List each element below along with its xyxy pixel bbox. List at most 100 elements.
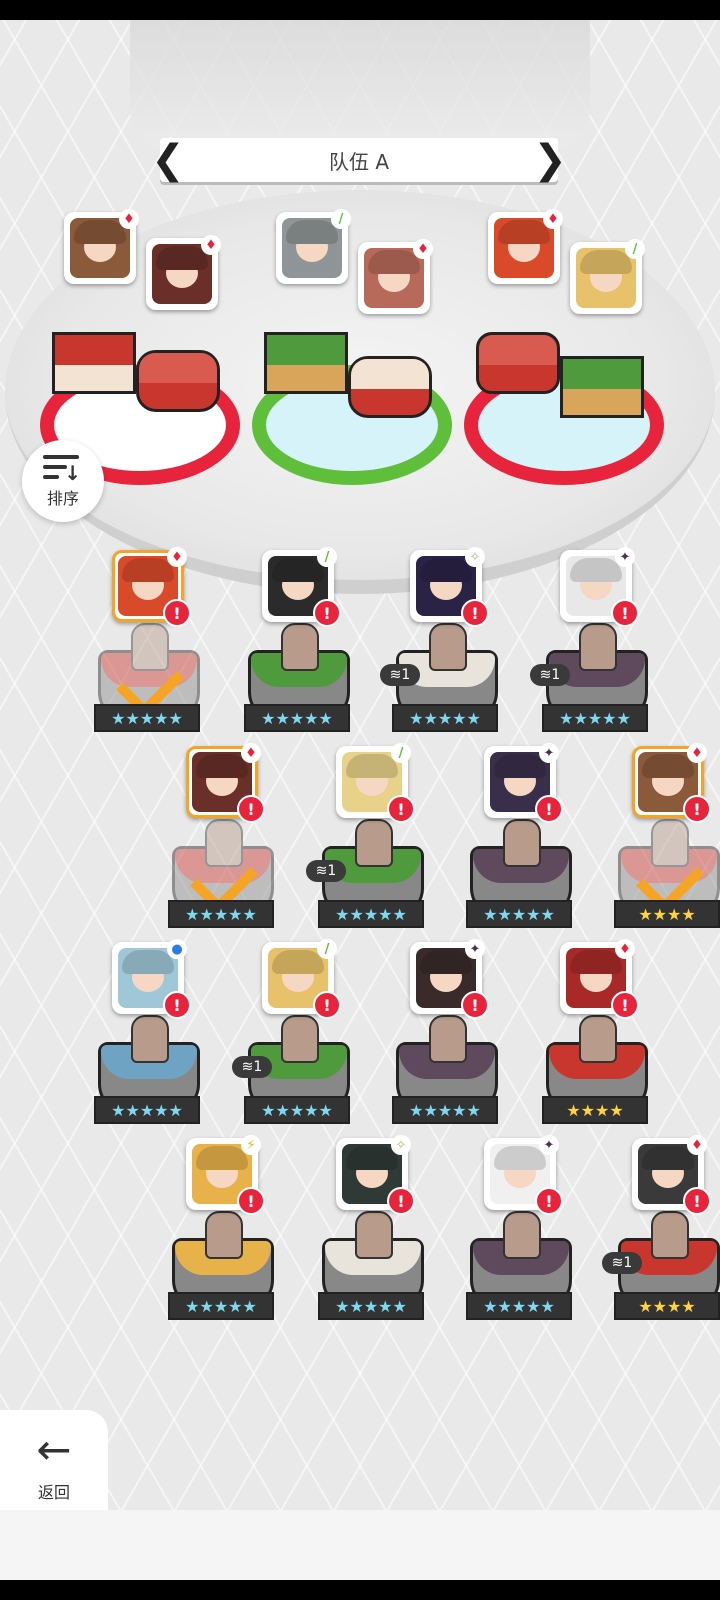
character-portrait[interactable]: ✧! — [410, 547, 489, 627]
nature-element-icon: / — [317, 939, 337, 959]
fire-element-icon: ♦ — [167, 547, 187, 567]
duplicate-count-badge: ≋1 — [380, 664, 420, 686]
fire-element-icon: ♦ — [201, 235, 221, 255]
star-rating: ★★★★★ — [466, 900, 572, 928]
chevron-right-icon[interactable]: ❯ — [533, 138, 567, 182]
alert-badge-icon: ! — [237, 795, 265, 823]
alert-badge-icon: ! — [535, 1187, 563, 1215]
team-member-portrait[interactable]: / — [276, 209, 351, 284]
alert-badge-icon: ! — [461, 991, 489, 1019]
light-element-icon: ✧ — [391, 1135, 411, 1155]
character-portrait[interactable]: ♦! — [560, 939, 639, 1019]
character-portrait[interactable]: ♦! — [632, 743, 711, 823]
star-rating: ★★★★ — [614, 900, 720, 928]
character-portrait[interactable]: ✧! — [336, 1135, 415, 1215]
character-portrait[interactable]: ♦! — [632, 1135, 711, 1215]
fire-element-icon: ♦ — [413, 239, 433, 259]
character-portrait[interactable]: ♦! — [186, 743, 265, 823]
team-slot-5-block[interactable] — [476, 332, 560, 394]
star-rating: ★★★★★ — [318, 1292, 424, 1320]
team-title: 队伍 A — [328, 149, 390, 174]
star-rating: ★★★★★ — [168, 1292, 274, 1320]
alert-badge-icon: ! — [683, 1187, 711, 1215]
character-portrait[interactable]: /! — [262, 939, 341, 1019]
arrow-left-icon: ← — [36, 1425, 72, 1474]
fire-element-icon: ♦ — [687, 1135, 707, 1155]
alert-badge-icon: ! — [313, 599, 341, 627]
dark-element-icon: ✦ — [615, 547, 635, 567]
team-slot-2-block[interactable] — [136, 350, 220, 412]
team-member-portrait[interactable]: ♦ — [358, 239, 433, 314]
team-member-portrait[interactable]: ♦ — [64, 209, 139, 284]
star-rating: ★★★★★ — [318, 900, 424, 928]
sort-button[interactable]: ↓ 排序 — [22, 440, 104, 522]
team-slot-1-block[interactable] — [52, 332, 136, 394]
team-member-portrait[interactable]: / — [570, 239, 645, 314]
duplicate-count-badge: ≋1 — [306, 860, 346, 882]
alert-badge-icon: ! — [461, 599, 489, 627]
character-portrait[interactable]: ♦! — [112, 547, 191, 627]
star-rating: ★★★★★ — [392, 1096, 498, 1124]
back-label: 返回 — [37, 1483, 70, 1502]
light-element-icon: ✧ — [465, 547, 485, 567]
alert-badge-icon: ! — [163, 991, 191, 1019]
duplicate-count-badge: ≋1 — [530, 664, 570, 686]
star-rating: ★★★★ — [542, 1096, 648, 1124]
team-slot-3-block[interactable] — [264, 332, 348, 394]
team-slot-6-block[interactable] — [560, 356, 644, 418]
star-rating: ★★★★★ — [542, 704, 648, 732]
star-rating: ★★★★★ — [466, 1292, 572, 1320]
fire-element-icon: ♦ — [241, 743, 261, 763]
star-rating: ★★★★★ — [244, 704, 350, 732]
nature-element-icon: / — [331, 209, 351, 229]
character-portrait[interactable]: ✦! — [484, 1135, 563, 1215]
star-rating: ★★★★★ — [392, 704, 498, 732]
character-portrait[interactable]: /! — [262, 547, 341, 627]
star-rating: ★★★★★ — [94, 1096, 200, 1124]
team-member-portrait[interactable]: ♦ — [146, 235, 221, 310]
dark-element-icon: ✦ — [539, 1135, 559, 1155]
star-rating: ★★★★★ — [168, 900, 274, 928]
alert-badge-icon: ! — [237, 1187, 265, 1215]
dark-element-icon: ✦ — [539, 743, 559, 763]
alert-badge-icon: ! — [611, 991, 639, 1019]
back-button[interactable]: ← 返回 — [0, 1410, 108, 1522]
fire-element-icon: ♦ — [687, 743, 707, 763]
fire-element-icon: ♦ — [615, 939, 635, 959]
star-rating: ★★★★★ — [244, 1096, 350, 1124]
team-selector[interactable]: ❮ 队伍 A ❯ — [151, 138, 567, 182]
game-screen: ❮ 队伍 A ❯ ♦ ♦ / ♦ ♦ / ↓ 排序 ♦ ! ★★★★★ / ! … — [0, 20, 720, 1580]
nature-element-icon: / — [317, 547, 337, 567]
alert-badge-icon: ! — [163, 599, 191, 627]
water-element-icon: ● — [167, 939, 187, 959]
duplicate-count-badge: ≋1 — [602, 1252, 642, 1274]
sort-label: 排序 — [46, 489, 79, 508]
team-slot-4-block[interactable] — [348, 356, 432, 418]
character-portrait[interactable]: ✦! — [560, 547, 639, 627]
sort-descending-icon: ↓ — [43, 453, 83, 485]
arena-background — [130, 20, 590, 150]
character-portrait[interactable]: ✦! — [484, 743, 563, 823]
nature-element-icon: / — [391, 743, 411, 763]
alert-badge-icon: ! — [313, 991, 341, 1019]
alert-badge-icon: ! — [387, 1187, 415, 1215]
bottom-bar — [0, 1510, 720, 1580]
character-portrait[interactable]: ●! — [112, 939, 191, 1019]
dark-element-icon: ✦ — [465, 939, 485, 959]
character-portrait[interactable]: ⚡! — [186, 1135, 265, 1215]
star-rating: ★★★★★ — [94, 704, 200, 732]
fire-element-icon: ♦ — [119, 209, 139, 229]
nature-element-icon: / — [625, 239, 645, 259]
alert-badge-icon: ! — [535, 795, 563, 823]
alert-badge-icon: ! — [683, 795, 711, 823]
electric-element-icon: ⚡ — [241, 1135, 261, 1155]
star-rating: ★★★★ — [614, 1292, 720, 1320]
team-member-portrait[interactable]: ♦ — [488, 209, 563, 284]
alert-badge-icon: ! — [387, 795, 415, 823]
character-portrait[interactable]: ✦! — [410, 939, 489, 1019]
chevron-left-icon[interactable]: ❮ — [151, 138, 185, 182]
fire-element-icon: ♦ — [543, 209, 563, 229]
duplicate-count-badge: ≋1 — [232, 1056, 272, 1078]
alert-badge-icon: ! — [611, 599, 639, 627]
character-portrait[interactable]: /! — [336, 743, 415, 823]
